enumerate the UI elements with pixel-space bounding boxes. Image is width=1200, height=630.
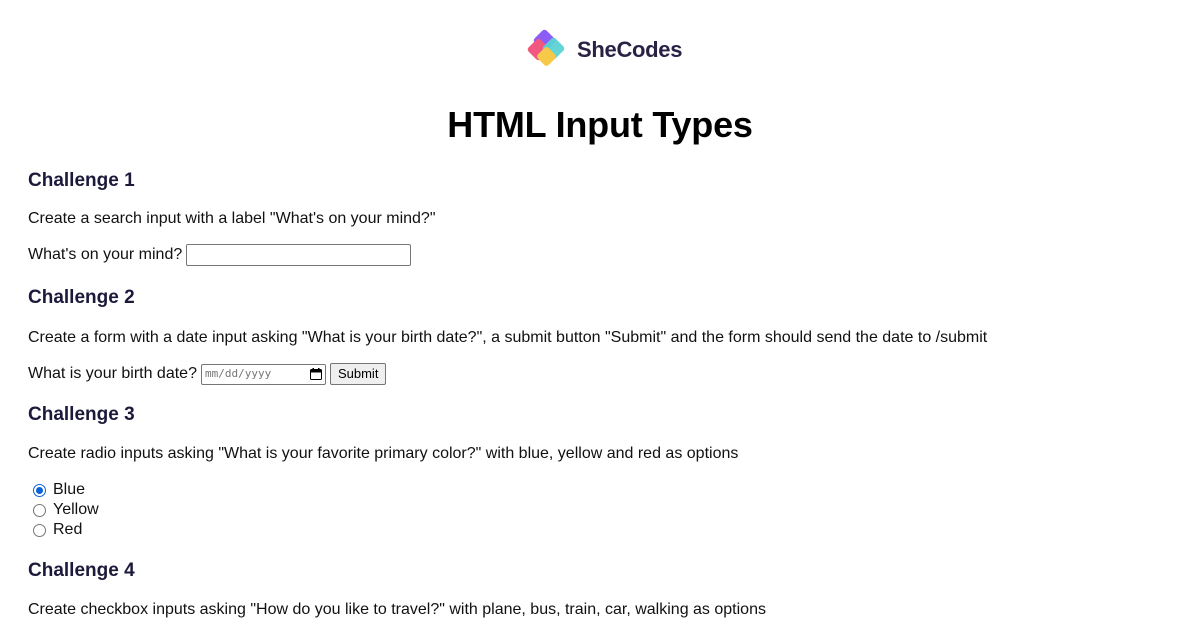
- page: SheCodes HTML Input Types Challenge 1 Cr…: [0, 0, 1200, 630]
- challenge-description: Create radio inputs asking "What is your…: [28, 445, 739, 462]
- radio-label[interactable]: Yellow: [53, 501, 99, 519]
- challenge-1-section: Challenge 1 Create a search input with a…: [28, 170, 1172, 266]
- search-row: What's on your mind?: [28, 244, 1172, 266]
- shecodes-logo-icon: [527, 29, 565, 66]
- challenge-description: Create a form with a date input asking "…: [28, 329, 988, 346]
- challenge-heading: Challenge 4: [28, 560, 135, 581]
- challenge-description: Create checkbox inputs asking "How do yo…: [28, 601, 766, 618]
- challenge-2-section: Challenge 2 Create a form with a date in…: [28, 287, 1172, 385]
- radio-red[interactable]: [33, 523, 46, 537]
- date-placeholder: mm/dd/yyyy: [204, 367, 272, 380]
- birth-date-input[interactable]: mm/dd/yyyy: [200, 363, 326, 385]
- color-radio-group: Blue Yellow Red: [28, 480, 1172, 540]
- radio-blue[interactable]: [33, 483, 46, 497]
- challenge-heading: Challenge 1: [28, 170, 135, 191]
- radio-label[interactable]: Red: [53, 521, 82, 539]
- calendar-icon[interactable]: [309, 368, 322, 380]
- brand-name: SheCodes: [577, 37, 683, 62]
- radio-yellow[interactable]: [33, 503, 46, 517]
- submit-button[interactable]: Submit: [329, 363, 387, 385]
- challenge-description: Create a search input with a label "What…: [28, 210, 436, 227]
- challenge-3-section: Challenge 3 Create radio inputs asking "…: [28, 404, 1172, 540]
- page-title: HTML Input Types: [447, 104, 753, 145]
- challenge-4-section: Challenge 4 Create checkbox inputs askin…: [28, 560, 1172, 620]
- radio-option-blue[interactable]: Blue: [28, 480, 1172, 500]
- shecodes-logo[interactable]: SheCodes: [527, 28, 682, 74]
- search-label[interactable]: What's on your mind?: [28, 245, 182, 265]
- search-input[interactable]: [186, 244, 412, 266]
- radio-option-red[interactable]: Red: [28, 520, 1172, 540]
- birth-date-form: What is your birth date? mm/dd/yyyy Subm…: [28, 363, 1172, 385]
- radio-option-yellow[interactable]: Yellow: [28, 500, 1172, 520]
- challenge-heading: Challenge 3: [28, 404, 135, 425]
- radio-label[interactable]: Blue: [53, 481, 85, 499]
- challenge-heading: Challenge 2: [28, 287, 135, 308]
- birth-date-label[interactable]: What is your birth date?: [28, 364, 197, 384]
